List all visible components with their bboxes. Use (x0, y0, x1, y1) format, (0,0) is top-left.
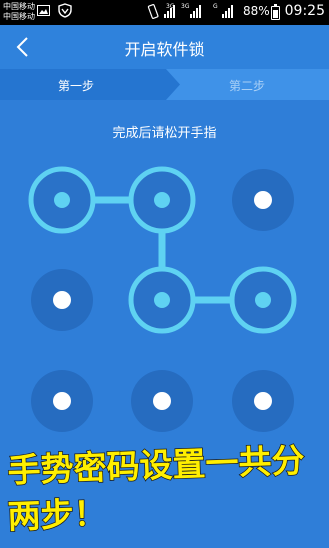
pattern-dot-1[interactable] (28, 166, 96, 234)
pattern-dot-8[interactable] (131, 370, 193, 432)
caption-line-1: 手势密码设置一共分 (7, 441, 305, 490)
pattern-dot-6[interactable] (229, 266, 297, 334)
pattern-dot-4[interactable] (31, 269, 93, 331)
pattern-dot-2[interactable] (128, 166, 196, 234)
pattern-dot-7[interactable] (31, 370, 93, 432)
pattern-dot-5[interactable] (128, 266, 196, 334)
pattern-dot-3[interactable] (232, 169, 294, 231)
caption-overlay: 手势密码设置一共分 两步！ (6, 440, 306, 537)
caption-line-2: 两步！ (7, 494, 107, 536)
pattern-dot-9[interactable] (232, 370, 294, 432)
